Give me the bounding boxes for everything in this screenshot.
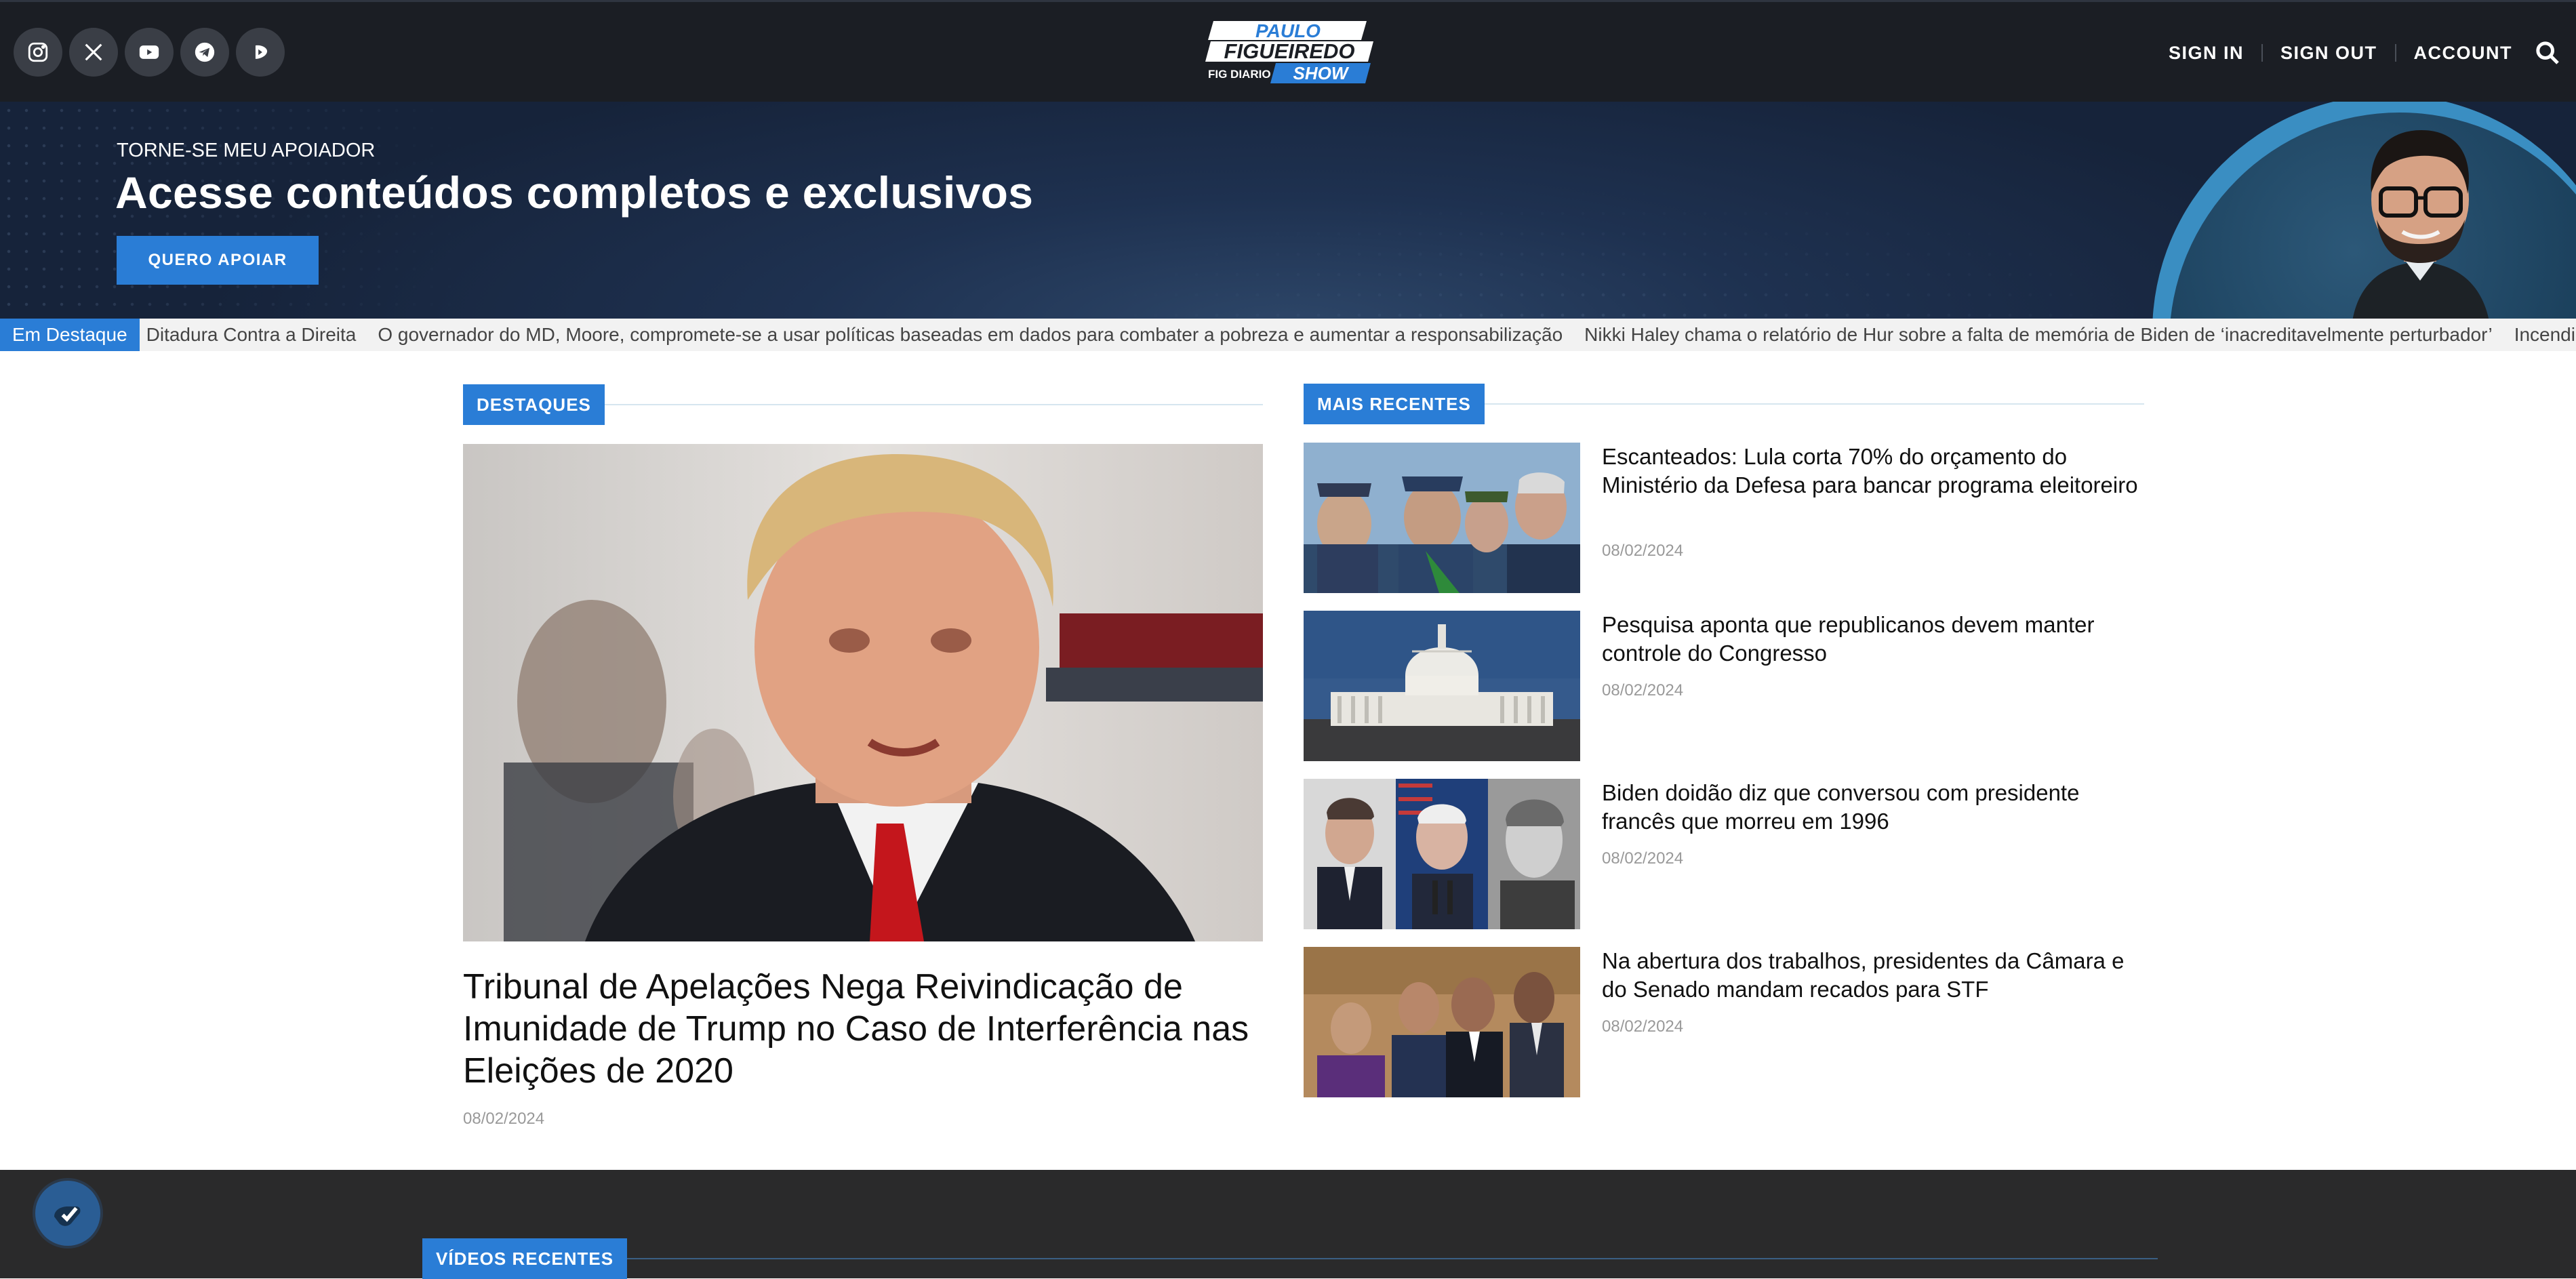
featured-date: 08/02/2024 bbox=[463, 1110, 545, 1128]
banner-dot-pattern bbox=[1085, 183, 2169, 319]
article-title[interactable]: Biden doidão diz que conversou com presi… bbox=[1602, 779, 2144, 836]
article-title[interactable]: Escanteados: Lula corta 70% do orçamento… bbox=[1602, 443, 2144, 500]
site-header: PAULO FIGUEIREDO FIG DIARIO SHOW SIGN IN… bbox=[0, 0, 2576, 102]
supporter-banner: TORNE-SE MEU APOIADOR Acesse conteúdos c… bbox=[0, 102, 2576, 319]
logo-line3: FIG DIARIO bbox=[1208, 68, 1271, 81]
recent-article[interactable]: Na abertura dos trabalhos, presidentes d… bbox=[1304, 947, 2144, 1097]
sign-out-link[interactable]: SIGN OUT bbox=[2280, 43, 2377, 64]
instagram-icon[interactable] bbox=[14, 28, 62, 77]
videos-heading: VÍDEOS RECENTES bbox=[422, 1238, 829, 1279]
article-date: 08/02/2024 bbox=[1602, 849, 1684, 868]
badge-check-icon bbox=[54, 1206, 81, 1226]
search-icon[interactable] bbox=[2533, 38, 2562, 68]
nav-divider bbox=[2394, 44, 2396, 62]
destaques-tag: DESTAQUES bbox=[463, 384, 605, 425]
ticker-items: Ditadura Contra a Direita O governador d… bbox=[140, 324, 2576, 346]
youtube-icon[interactable] bbox=[125, 28, 174, 77]
article-thumbnail[interactable] bbox=[1304, 779, 1580, 929]
x-icon[interactable] bbox=[69, 28, 118, 77]
featured-title[interactable]: Tribunal de Apelações Nega Reivindicação… bbox=[463, 966, 1263, 1092]
article-thumbnail[interactable] bbox=[1304, 947, 1580, 1097]
social-links bbox=[14, 28, 285, 77]
logo-line2: FIGUEIREDO bbox=[1224, 39, 1355, 63]
sign-in-link[interactable]: SIGN IN bbox=[2169, 43, 2244, 64]
account-link[interactable]: ACCOUNT bbox=[2414, 43, 2513, 64]
heading-rule bbox=[604, 404, 1263, 405]
accessibility-button[interactable] bbox=[35, 1181, 100, 1246]
article-date: 08/02/2024 bbox=[1602, 1017, 1684, 1036]
logo-line4: SHOW bbox=[1293, 63, 1350, 83]
banner-title: Acesse conteúdos completos e exclusivos bbox=[115, 167, 1034, 218]
news-ticker: Em Destaque Ditadura Contra a Direita O … bbox=[0, 319, 2576, 351]
destaques-heading: DESTAQUES bbox=[463, 384, 1263, 425]
logo-line1: PAULO bbox=[1255, 20, 1321, 41]
recentes-tag: MAIS RECENTES bbox=[1304, 384, 1485, 424]
article-title[interactable]: Na abertura dos trabalhos, presidentes d… bbox=[1602, 947, 2144, 1004]
article-date: 08/02/2024 bbox=[1602, 681, 1684, 699]
article-title[interactable]: Pesquisa aponta que republicanos devem m… bbox=[1602, 611, 2144, 668]
article-date: 08/02/2024 bbox=[1602, 542, 1684, 560]
recent-article[interactable]: Biden doidão diz que conversou com presi… bbox=[1304, 779, 2144, 929]
banner-kicker: TORNE-SE MEU APOIADOR bbox=[117, 140, 376, 161]
support-button[interactable]: QUERO APOIAR bbox=[117, 236, 319, 285]
ticker-item[interactable]: Ditadura Contra a Direita bbox=[146, 324, 357, 346]
recentes-heading: MAIS RECENTES bbox=[1304, 384, 2144, 424]
nav-divider bbox=[2261, 44, 2263, 62]
ticker-item[interactable]: Nikki Haley chama o relatório de Hur sob… bbox=[1584, 324, 2493, 346]
rumble-icon[interactable] bbox=[236, 28, 285, 77]
telegram-icon[interactable] bbox=[180, 28, 229, 77]
recent-article[interactable]: Escanteados: Lula corta 70% do orçamento… bbox=[1304, 443, 2144, 593]
article-thumbnail[interactable] bbox=[1304, 443, 1580, 593]
site-logo[interactable]: PAULO FIGUEIREDO FIG DIARIO SHOW bbox=[1201, 17, 1379, 87]
host-portrait bbox=[2352, 130, 2489, 319]
videos-tag: VÍDEOS RECENTES bbox=[422, 1238, 628, 1279]
account-nav: SIGN IN SIGN OUT ACCOUNT bbox=[2169, 35, 2562, 71]
ticker-label: Em Destaque bbox=[0, 319, 140, 351]
heading-rule bbox=[1484, 403, 2144, 405]
videos-section bbox=[0, 1170, 2576, 1278]
featured-image[interactable] bbox=[463, 444, 1263, 941]
recent-article[interactable]: Pesquisa aponta que republicanos devem m… bbox=[1304, 611, 2144, 761]
ticker-item[interactable]: Incendiári bbox=[2514, 324, 2576, 346]
ticker-item[interactable]: O governador do MD, Moore, compromete-se… bbox=[378, 324, 1563, 346]
article-thumbnail[interactable] bbox=[1304, 611, 1580, 761]
